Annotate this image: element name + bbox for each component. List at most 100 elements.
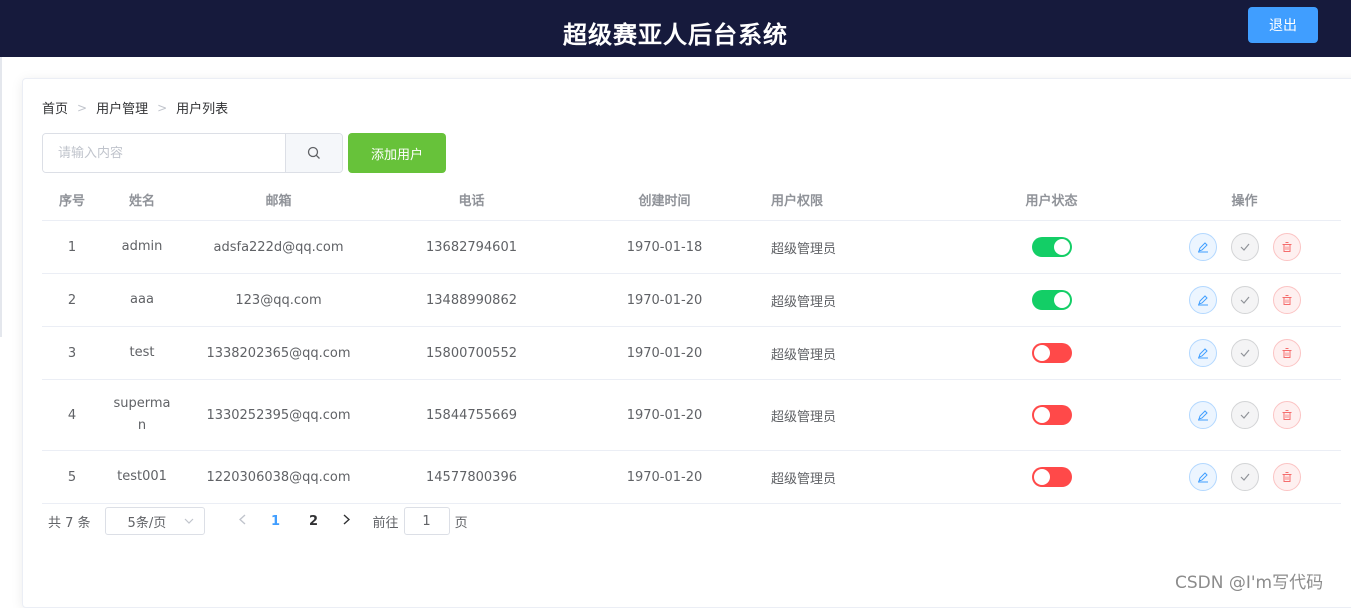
page-1[interactable]: 1 bbox=[257, 514, 295, 529]
cell-created: 1970-01-20 bbox=[626, 292, 703, 308]
chevron-left-icon bbox=[239, 513, 246, 525]
trash-icon bbox=[1281, 409, 1293, 421]
chevron-down-icon bbox=[184, 518, 193, 524]
col-status: 用户状态 bbox=[1025, 193, 1078, 209]
check-icon bbox=[1239, 294, 1251, 306]
cell-phone: 13682794601 bbox=[426, 239, 517, 255]
cell-index: 3 bbox=[67, 345, 77, 361]
status-toggle[interactable] bbox=[1031, 343, 1072, 363]
sidebar-edge bbox=[0, 57, 2, 337]
chevron-right-icon: > bbox=[157, 100, 168, 115]
cell-index: 1 bbox=[67, 239, 77, 255]
assign-role-button[interactable] bbox=[1230, 463, 1259, 491]
search-input[interactable] bbox=[43, 134, 285, 172]
pagination-total: 共 7 条 bbox=[48, 515, 91, 531]
add-user-button[interactable]: 添加用户 bbox=[348, 133, 446, 173]
edit-icon bbox=[1197, 409, 1209, 421]
cell-email: 1338202365@qq.com bbox=[206, 345, 351, 361]
cell-name-text: superman bbox=[113, 396, 171, 433]
delete-button[interactable] bbox=[1272, 463, 1301, 491]
cell-actions bbox=[1148, 221, 1341, 273]
table-row: 2 aaa 123@qq.com 13488990862 1970-01-20 超级管理员 bbox=[42, 274, 1341, 327]
status-toggle[interactable] bbox=[1031, 467, 1072, 487]
table-row: 3 test 1338202365@qq.com 15800700552 1970-01… bbox=[42, 327, 1341, 380]
assign-role-button[interactable] bbox=[1230, 401, 1259, 429]
next-page-button[interactable] bbox=[333, 513, 361, 529]
edit-button[interactable] bbox=[1188, 401, 1217, 429]
cell-index: 5 bbox=[67, 469, 77, 485]
page-2[interactable]: 2 bbox=[295, 514, 333, 529]
app-title: 超级赛亚人后台系统 bbox=[563, 21, 788, 49]
chevron-right-icon: > bbox=[77, 100, 88, 115]
toggle-knob bbox=[1033, 345, 1050, 361]
pagination: 共 7 条 5条/页 1 2 前往 1 页 bbox=[42, 506, 468, 536]
trash-icon bbox=[1281, 294, 1293, 306]
breadcrumb-user-list: 用户列表 bbox=[176, 102, 229, 117]
edit-button[interactable] bbox=[1188, 339, 1217, 367]
cell-email: 123@qq.com bbox=[235, 292, 322, 308]
edit-icon bbox=[1197, 471, 1209, 483]
cell-name: superman bbox=[102, 380, 182, 450]
user-table: 序号 姓名 邮箱 电话 创建时间 用户权限 用户状态 操作 1 admin adsf… bbox=[42, 178, 1341, 504]
breadcrumb: 首页 > 用户管理 > 用户列表 bbox=[42, 98, 229, 118]
assign-role-button[interactable] bbox=[1230, 286, 1259, 314]
trash-icon bbox=[1281, 471, 1293, 483]
cell-actions bbox=[1148, 451, 1341, 503]
edit-button[interactable] bbox=[1188, 286, 1217, 314]
col-index: 序号 bbox=[58, 193, 85, 209]
cell-email: adsfa222d@qq.com bbox=[213, 239, 344, 255]
edit-button[interactable] bbox=[1188, 463, 1217, 491]
delete-button[interactable] bbox=[1272, 339, 1301, 367]
page-size-value: 5条/页 bbox=[127, 515, 167, 531]
status-toggle[interactable] bbox=[1031, 237, 1072, 257]
jump-suffix: 页 bbox=[454, 515, 468, 531]
toggle-knob bbox=[1033, 469, 1050, 485]
cell-created: 1970-01-20 bbox=[626, 345, 703, 361]
edit-button[interactable] bbox=[1188, 233, 1217, 261]
table-row: 1 admin adsfa222d@qq.com 13682794601 1970-01… bbox=[42, 221, 1341, 274]
cell-created: 1970-01-20 bbox=[626, 469, 703, 485]
cell-name-text: test001 bbox=[117, 469, 167, 484]
cell-actions bbox=[1148, 274, 1341, 326]
logout-button[interactable]: 退出 bbox=[1248, 7, 1318, 43]
cell-index: 2 bbox=[67, 292, 77, 308]
cell-status bbox=[955, 380, 1148, 450]
trash-icon bbox=[1281, 241, 1293, 253]
search-button[interactable] bbox=[285, 134, 342, 172]
delete-button[interactable] bbox=[1272, 286, 1301, 314]
status-toggle[interactable] bbox=[1031, 290, 1072, 310]
check-icon bbox=[1239, 347, 1251, 359]
cell-name-text: aaa bbox=[130, 292, 154, 307]
edit-icon bbox=[1197, 241, 1209, 253]
cell-status bbox=[955, 274, 1148, 326]
toggle-knob bbox=[1033, 407, 1050, 423]
cell-name-text: admin bbox=[121, 239, 163, 254]
jump-page-input[interactable]: 1 bbox=[403, 507, 450, 535]
cell-index: 4 bbox=[67, 407, 77, 423]
check-icon bbox=[1239, 241, 1251, 253]
table-row: 4 superman 1330252395@qq.com 15844755669 197… bbox=[42, 380, 1341, 451]
prev-page-button[interactable] bbox=[229, 513, 257, 529]
assign-role-button[interactable] bbox=[1230, 233, 1259, 261]
cell-status bbox=[955, 451, 1148, 503]
status-toggle[interactable] bbox=[1031, 405, 1072, 425]
delete-button[interactable] bbox=[1272, 401, 1301, 429]
cell-name: admin bbox=[102, 221, 182, 273]
assign-role-button[interactable] bbox=[1230, 339, 1259, 367]
cell-email: 1220306038@qq.com bbox=[206, 469, 351, 485]
edit-icon bbox=[1197, 347, 1209, 359]
watermark: CSDN @I'm写代码 bbox=[1175, 573, 1324, 593]
check-icon bbox=[1239, 409, 1251, 421]
search-icon bbox=[307, 146, 320, 159]
col-phone: 电话 bbox=[458, 193, 485, 209]
trash-icon bbox=[1281, 347, 1293, 359]
top-header: 超级赛亚人后台系统 退出 bbox=[0, 0, 1351, 57]
check-icon bbox=[1239, 471, 1251, 483]
delete-button[interactable] bbox=[1272, 233, 1301, 261]
breadcrumb-user-management: 用户管理 bbox=[96, 102, 149, 117]
edit-icon bbox=[1197, 294, 1209, 306]
cell-name: test001 bbox=[102, 451, 182, 503]
page-size-select[interactable]: 5条/页 bbox=[104, 507, 205, 535]
breadcrumb-home[interactable]: 首页 bbox=[42, 98, 68, 117]
cell-phone: 15800700552 bbox=[426, 345, 517, 361]
